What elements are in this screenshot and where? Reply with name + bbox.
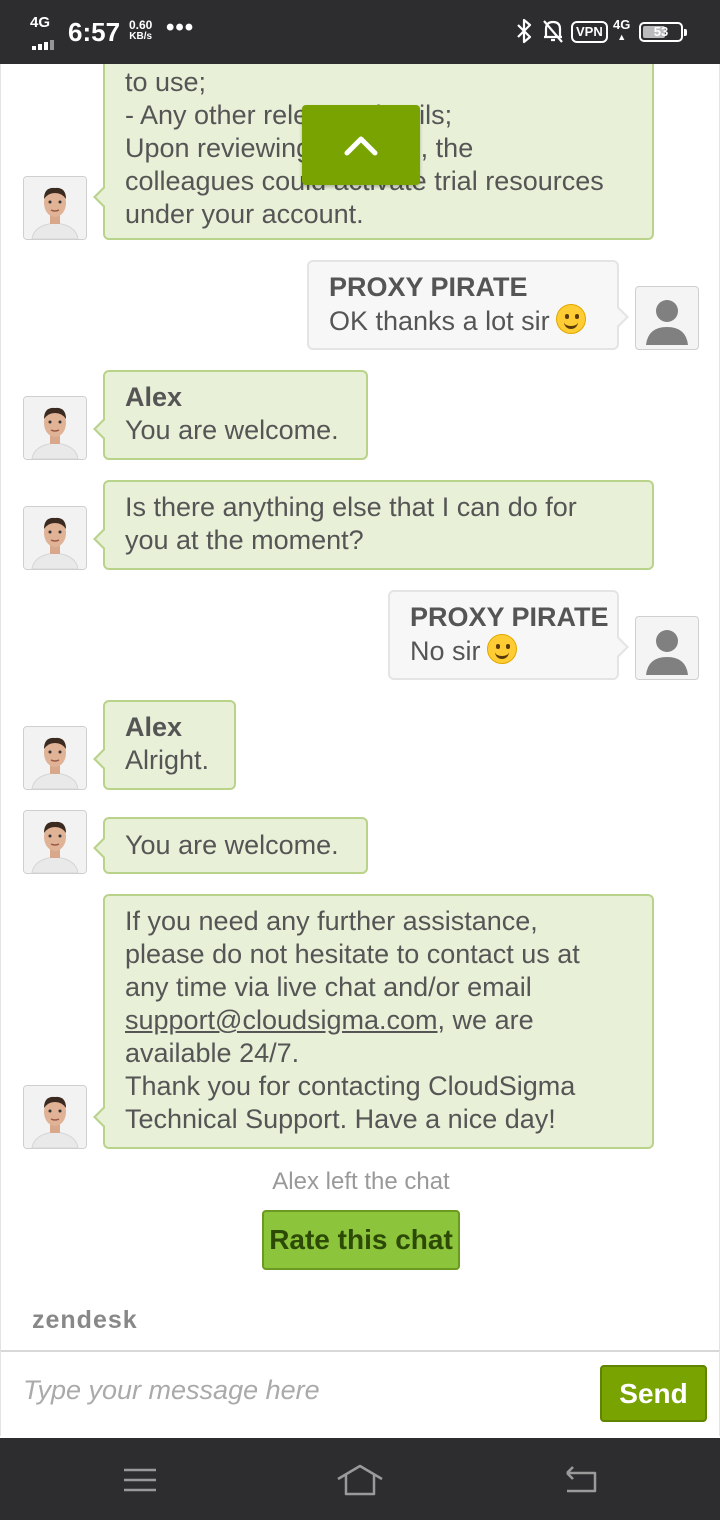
agent-message: Alex Alright.: [93, 700, 236, 790]
status-bar: 4G 6:57 0.60 KB/s ••• VPN 4G ▲ 53: [0, 0, 720, 64]
message-line: under your account.: [125, 199, 364, 229]
scroll-to-top-button[interactable]: [302, 105, 420, 185]
send-button[interactable]: Send: [600, 1365, 707, 1422]
message-text-row: No sir: [410, 634, 597, 668]
agent-avatar: [23, 506, 87, 570]
message-line: If you need any further assistance,: [125, 906, 538, 936]
chat-transcript[interactable]: to use; - Any other relevant details; Up…: [0, 64, 720, 1350]
message-line: Technical Support. Have a nice day!: [125, 1104, 556, 1134]
agent-message: Is there anything else that I can do for…: [93, 480, 654, 570]
message-text: No sir: [410, 636, 481, 666]
sender-name: Alex: [125, 712, 183, 742]
agent-message: Alex You are welcome.: [93, 370, 368, 460]
network-type: 4G: [30, 14, 51, 31]
home-icon[interactable]: [336, 1460, 384, 1500]
battery-level: 53: [653, 24, 669, 39]
agent-avatar: [23, 396, 87, 460]
chat-status-note: Alex left the chat: [272, 1168, 450, 1195]
agent-avatar: [23, 1085, 87, 1149]
message-text-row: OK thanks a lot sir: [329, 304, 597, 338]
scroll-to-top-icon: [344, 136, 378, 156]
user-message: PROXY PIRATE No sir: [388, 590, 629, 680]
mute-icon: [541, 18, 565, 49]
message-composer: Send: [0, 1350, 720, 1436]
message-line: you at the moment?: [125, 525, 364, 555]
message-text: You are welcome.: [125, 415, 339, 445]
message-text: Alright.: [125, 745, 210, 775]
message-line: please do not hesitate to contact us at: [125, 939, 580, 969]
network-type-right-label: 4G: [613, 17, 631, 32]
sender-name: PROXY PIRATE: [410, 602, 609, 632]
message-line: Thank you for contacting CloudSigma: [125, 1071, 576, 1101]
user-avatar-icon: [635, 616, 699, 680]
message-line: any time via live chat and/or email: [125, 972, 532, 1002]
menu-icon[interactable]: [120, 1460, 160, 1500]
support-email-link[interactable]: support@cloudsigma.com: [125, 1005, 438, 1035]
rate-chat-button[interactable]: Rate this chat: [262, 1210, 460, 1270]
message-text: You are welcome.: [125, 830, 339, 860]
more-notifications-icon: •••: [166, 14, 195, 41]
user-avatar-icon: [635, 286, 699, 350]
vpn-badge: VPN: [571, 21, 608, 43]
message-text: , we are: [437, 1005, 534, 1035]
sender-name: PROXY PIRATE: [329, 272, 528, 302]
zendesk-logo: zendesk: [32, 1306, 138, 1334]
back-icon[interactable]: [560, 1460, 600, 1500]
message-line: to use;: [125, 67, 207, 97]
data-arrows-icon: ▲: [617, 32, 627, 42]
message-text: OK thanks a lot sir: [329, 306, 550, 336]
network-type-right: 4G ▲: [613, 18, 630, 44]
message-line: support@cloudsigma.com, we are: [125, 1004, 632, 1037]
clock: 6:57: [68, 17, 121, 47]
smile-emoji-icon: [555, 304, 586, 334]
sender-name: Alex: [125, 382, 183, 412]
bluetooth-icon: [514, 18, 534, 49]
agent-message: If you need any further assistance, plea…: [93, 894, 654, 1149]
signal-icon: [32, 32, 56, 50]
speed-unit: KB/s: [129, 31, 153, 42]
agent-avatar: [23, 810, 87, 874]
agent-message: You are welcome.: [93, 817, 368, 874]
message-input[interactable]: [23, 1370, 583, 1410]
battery-icon: 53: [639, 22, 687, 42]
system-nav-bar: [0, 1438, 720, 1520]
message-line: Is there anything else that I can do for: [125, 492, 577, 522]
user-message: PROXY PIRATE OK thanks a lot sir: [307, 260, 629, 350]
speed-value: 0.60: [129, 18, 153, 32]
message-line: available 24/7.: [125, 1038, 300, 1068]
agent-avatar: [23, 176, 87, 240]
agent-avatar: [23, 726, 87, 790]
smile-emoji-icon: [486, 634, 517, 664]
network-speed: 0.60 KB/s: [129, 19, 152, 43]
